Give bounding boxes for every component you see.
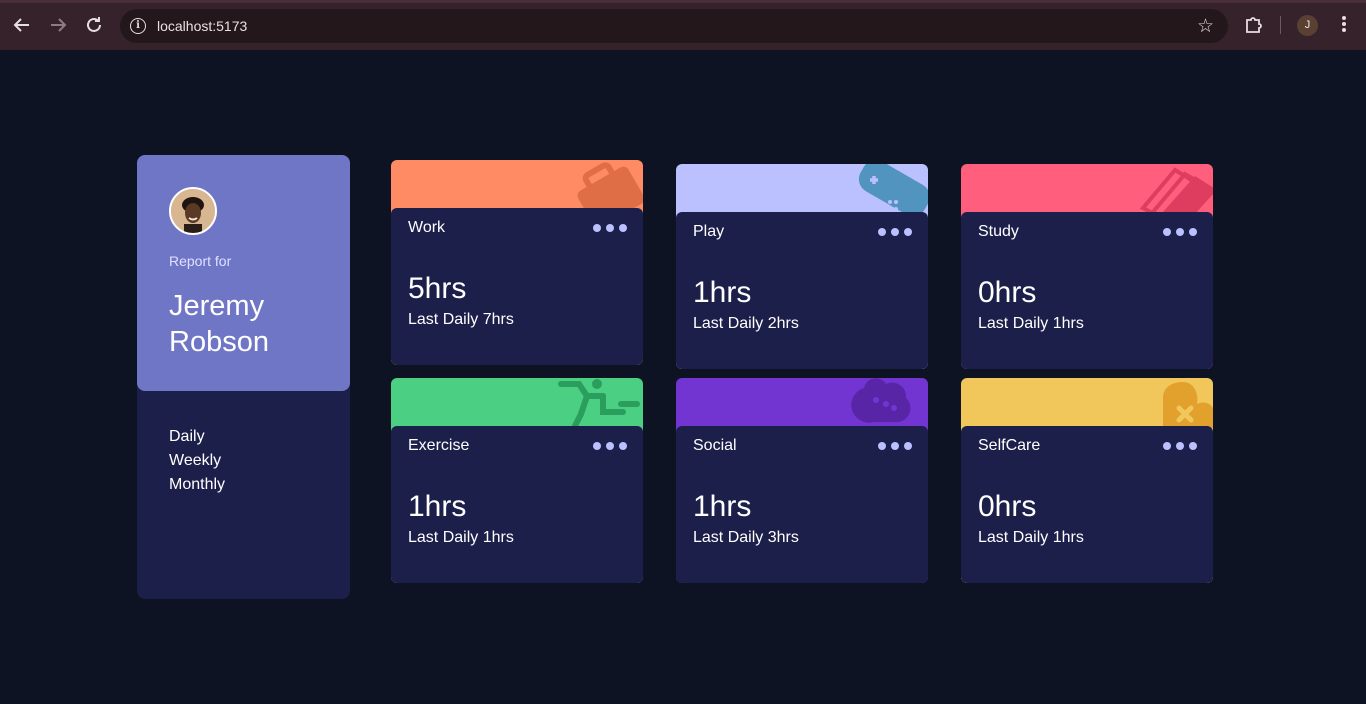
current-hours: 0hrs [978, 276, 1037, 309]
card-panel: SelfCare 0hrs Last Daily 1hrs [961, 426, 1213, 583]
profile-avatar-button[interactable]: J [1297, 15, 1318, 36]
user-name: Jeremy Robson [169, 290, 269, 358]
more-options-icon[interactable] [878, 442, 912, 450]
activity-card-work: Work 5hrs Last Daily 7hrs [391, 160, 643, 365]
back-button[interactable] [10, 13, 34, 37]
address-bar[interactable]: i localhost:5173 ☆ [120, 9, 1228, 43]
forward-button[interactable] [46, 13, 70, 37]
current-hours: 5hrs [408, 272, 467, 305]
game-controller-icon [838, 164, 928, 214]
card-panel: Work 5hrs Last Daily 7hrs [391, 208, 643, 365]
reload-button[interactable] [82, 13, 106, 37]
period-selector: Daily Weekly Monthly [169, 425, 225, 497]
tab-strip [0, 0, 1366, 3]
current-hours: 1hrs [408, 490, 467, 523]
arrow-left-icon [13, 18, 29, 32]
card-panel: Play 1hrs Last Daily 2hrs [676, 212, 928, 369]
card-title: Exercise [408, 437, 470, 454]
site-info-icon[interactable]: i [130, 18, 146, 34]
activity-card-exercise: Exercise 1hrs Last Daily 1hrs [391, 378, 643, 583]
card-title: Social [693, 437, 737, 454]
browser-menu-button[interactable] [1336, 14, 1352, 36]
previous-hours: Last Daily 7hrs [408, 311, 514, 328]
more-options-icon[interactable] [1163, 442, 1197, 450]
card-panel: Study 0hrs Last Daily 1hrs [961, 212, 1213, 369]
url-text: localhost:5173 [157, 18, 248, 34]
activity-card-study: Study 0hrs Last Daily 1hrs [961, 164, 1213, 369]
bookmark-star-icon[interactable]: ☆ [1197, 15, 1214, 38]
previous-hours: Last Daily 1hrs [978, 529, 1084, 546]
browser-toolbar: i localhost:5173 ☆ J [0, 0, 1366, 50]
avatar [169, 187, 217, 235]
arrow-right-icon [51, 18, 67, 32]
briefcase-icon [553, 160, 643, 210]
card-title: Study [978, 223, 1019, 240]
extensions-button[interactable] [1243, 14, 1265, 36]
puzzle-icon [1246, 17, 1262, 33]
previous-hours: Last Daily 2hrs [693, 315, 799, 332]
period-monthly[interactable]: Monthly [169, 473, 225, 497]
profile-card: Report for Jeremy Robson Daily Weekly Mo… [137, 155, 350, 599]
heart-icon [1123, 378, 1213, 428]
more-options-icon[interactable] [593, 442, 627, 450]
current-hours: 1hrs [693, 490, 752, 523]
current-hours: 0hrs [978, 490, 1037, 523]
card-title: SelfCare [978, 437, 1041, 454]
profile-header: Report for Jeremy Robson [137, 155, 350, 391]
toolbar-separator [1280, 16, 1281, 34]
card-title: Play [693, 223, 725, 240]
current-hours: 1hrs [693, 276, 752, 309]
period-daily[interactable]: Daily [169, 425, 225, 449]
more-options-icon[interactable] [593, 224, 627, 232]
card-panel: Social 1hrs Last Daily 3hrs [676, 426, 928, 583]
reload-icon [87, 17, 101, 32]
more-options-icon[interactable] [1163, 228, 1197, 236]
chat-icon [838, 378, 928, 428]
user-photo-icon [171, 189, 215, 233]
books-icon [1123, 164, 1213, 214]
report-for-label: Report for [169, 253, 232, 269]
previous-hours: Last Daily 1hrs [408, 529, 514, 546]
more-options-icon[interactable] [878, 228, 912, 236]
activity-card-play: Play 1hrs Last Daily 2hrs [676, 164, 928, 369]
activity-card-social: Social 1hrs Last Daily 3hrs [676, 378, 928, 583]
previous-hours: Last Daily 3hrs [693, 529, 799, 546]
activity-card-selfcare: SelfCare 0hrs Last Daily 1hrs [961, 378, 1213, 583]
previous-hours: Last Daily 1hrs [978, 315, 1084, 332]
card-title: Work [408, 219, 446, 236]
card-panel: Exercise 1hrs Last Daily 1hrs [391, 426, 643, 583]
period-weekly[interactable]: Weekly [169, 449, 225, 473]
running-icon [553, 378, 643, 428]
